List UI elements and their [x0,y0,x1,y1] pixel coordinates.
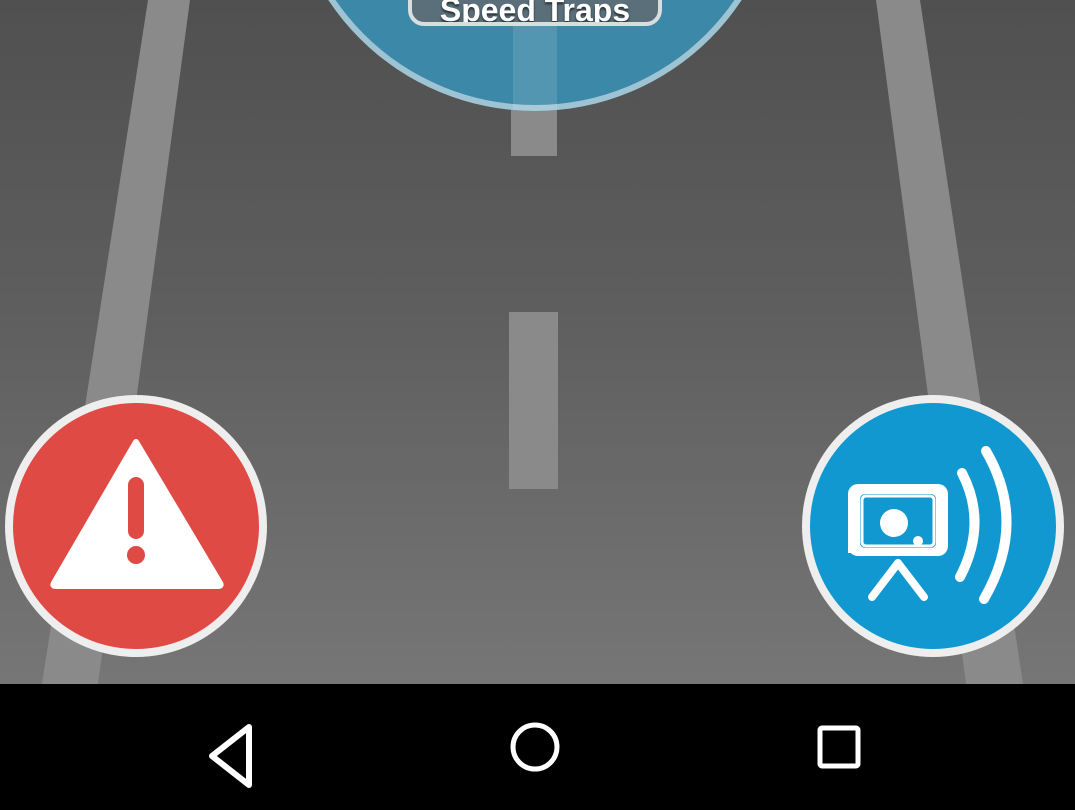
center-lane-dash-middle [509,312,558,489]
speed-camera-icon [848,446,1012,604]
report-hazard-button[interactable] [5,395,267,657]
recents-square-icon [817,725,861,769]
recents-button[interactable] [794,712,884,802]
report-speed-camera-button[interactable] [802,395,1064,657]
home-circle-icon [510,722,560,772]
system-navigation-bar [0,684,1075,810]
warning-triangle-icon [50,439,224,589]
back-button[interactable] [188,712,278,802]
speed-traps-label[interactable]: Speed Traps [408,0,662,26]
back-triangle-icon [209,724,252,788]
home-button[interactable] [490,712,580,802]
app-screen: Speed Traps [0,0,1075,810]
